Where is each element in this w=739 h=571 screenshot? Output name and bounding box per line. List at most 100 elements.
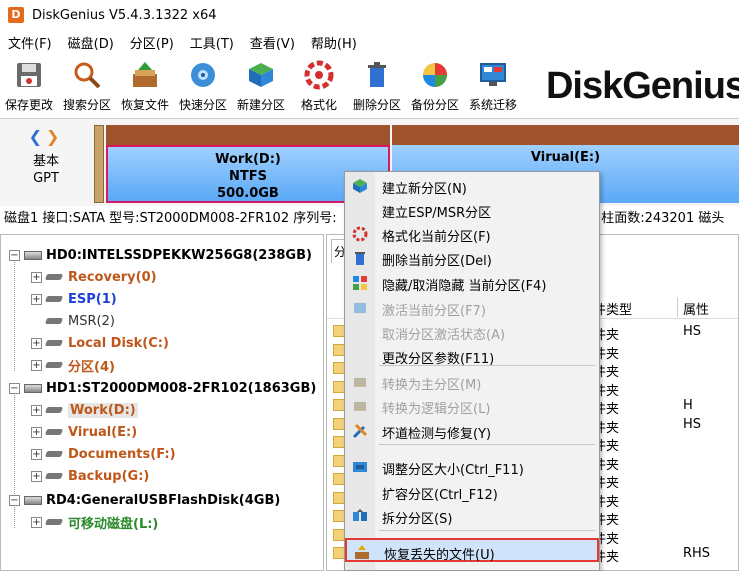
disk-map-handle[interactable] bbox=[94, 125, 104, 203]
menu-view[interactable]: 查看(V) bbox=[242, 33, 303, 52]
context-menu-item[interactable]: 隐藏/取消隐藏 当前分区(F4) bbox=[345, 271, 599, 295]
context-menu-item[interactable]: 删除当前分区(Del) bbox=[345, 246, 599, 270]
context-menu-item[interactable]: 取消分区激活状态(A) bbox=[345, 320, 599, 344]
context-menu-item-label: 坏道检测与修复(Y) bbox=[382, 427, 492, 442]
tree-partition-work-d[interactable]: + Work(D:) bbox=[31, 399, 138, 421]
menu-separator bbox=[379, 444, 595, 445]
window-title: DiskGenius V5.4.3.1322 x64 bbox=[32, 7, 217, 23]
save-changes-button[interactable]: 保存更改 bbox=[0, 54, 58, 118]
menu-separator bbox=[379, 530, 595, 531]
tree-disk-hd1[interactable]: − HD1:ST2000DM008-2FR102(1863GB) bbox=[9, 377, 316, 399]
menu-tools[interactable]: 工具(T) bbox=[182, 33, 242, 52]
expand-icon[interactable]: + bbox=[31, 271, 42, 283]
context-menu-item[interactable]: 拆分分区(S) bbox=[345, 504, 599, 528]
prev-disk-icon[interactable]: ❮ bbox=[29, 127, 46, 146]
expand-icon[interactable]: + bbox=[31, 293, 42, 305]
partition-icon bbox=[44, 407, 64, 413]
disk-nav-arrows: ❮❯ bbox=[0, 127, 92, 146]
new-partition-button[interactable]: 新建分区 bbox=[232, 54, 290, 118]
collapse-icon[interactable]: − bbox=[9, 494, 20, 506]
context-menu-item-label: 转换为逻辑分区(L) bbox=[382, 402, 491, 417]
search-partition-button[interactable]: 搜索分区 bbox=[58, 54, 116, 118]
context-menu-item[interactable]: 转换为逻辑分区(L) bbox=[345, 394, 599, 418]
expand-icon[interactable]: + bbox=[31, 359, 42, 371]
context-menu-item[interactable]: 坏道检测与修复(Y) bbox=[345, 419, 599, 443]
tree-disk-hd0[interactable]: − HD0:INTELSSDPEKKW256G8(238GB) bbox=[9, 244, 312, 266]
next-disk-icon[interactable]: ❯ bbox=[46, 127, 63, 146]
context-menu-item-label: 建立ESP/MSR分区 bbox=[382, 206, 492, 221]
disk-nav: ❮❯ 基本 GPT bbox=[0, 119, 92, 207]
partition-icon bbox=[44, 362, 64, 368]
tree-partition-documents-f[interactable]: + Documents(F:) bbox=[31, 443, 176, 465]
context-menu-item[interactable]: 转换为主分区(M) bbox=[345, 370, 599, 394]
collapse-icon[interactable]: − bbox=[9, 382, 20, 394]
hide-icon bbox=[352, 275, 368, 291]
context-menu-item[interactable]: 格式化当前分区(F) bbox=[345, 222, 599, 246]
file-attr-cell: RHS bbox=[683, 546, 711, 561]
repair-icon bbox=[352, 423, 368, 439]
context-menu-item-label: 格式化当前分区(F) bbox=[382, 230, 491, 245]
context-menu-item[interactable]: 更改分区参数(F11) bbox=[345, 344, 599, 368]
context-menu-item-label: 隐藏/取消隐藏 当前分区(F4) bbox=[382, 279, 547, 294]
migrate-icon bbox=[476, 58, 510, 92]
collapse-icon[interactable]: − bbox=[9, 249, 20, 261]
context-menu-item[interactable]: 扩容分区(Ctrl_F12) bbox=[345, 480, 599, 504]
expand-icon[interactable]: + bbox=[31, 470, 42, 482]
hard-disk-icon bbox=[24, 250, 42, 260]
tree-partition-4[interactable]: + 分区(4) bbox=[31, 354, 115, 376]
expand-icon[interactable]: + bbox=[31, 404, 42, 416]
partition-name: Virual(E:) bbox=[530, 150, 601, 165]
delete-partition-button[interactable]: 删除分区 bbox=[348, 54, 406, 118]
expand-icon[interactable]: + bbox=[31, 337, 42, 349]
tree-partition-esp[interactable]: + ESP(1) bbox=[31, 288, 117, 310]
recover-files-button[interactable]: 恢复文件 bbox=[116, 54, 174, 118]
quick-partition-button[interactable]: 快速分区 bbox=[174, 54, 232, 118]
backup-icon bbox=[418, 58, 452, 92]
file-attr-cell: H bbox=[683, 398, 693, 413]
context-menu-item[interactable]: 建立新分区(N) bbox=[345, 174, 599, 198]
format-button[interactable]: 格式化 bbox=[290, 54, 348, 118]
context-menu-item[interactable]: 调整分区大小(Ctrl_F11) bbox=[345, 455, 599, 479]
tree-partition-virual-e[interactable]: + Virual(E:) bbox=[31, 421, 137, 443]
context-menu-item-label: 删除当前分区(Del) bbox=[382, 254, 492, 269]
expand-icon[interactable]: + bbox=[31, 516, 42, 528]
new-partition-icon bbox=[244, 58, 278, 92]
context-menu-item[interactable]: 激活当前分区(F7) bbox=[345, 296, 599, 320]
tree-disk-rd4[interactable]: − RD4:GeneralUSBFlashDisk(4GB) bbox=[9, 489, 280, 511]
tree-partition-backup-g[interactable]: + Backup(G:) bbox=[31, 465, 149, 487]
context-menu-item-label: 激活当前分区(F7) bbox=[382, 304, 486, 319]
expand-icon[interactable]: + bbox=[31, 426, 42, 438]
context-menu-item-label: 扩容分区(Ctrl_F12) bbox=[382, 488, 498, 503]
disk-info-right: ) 柱面数:243201 磁头 bbox=[592, 211, 725, 226]
format-icon bbox=[352, 226, 368, 242]
toolbar: 保存更改 搜索分区 恢复文件 快速分区 新建分区 格式化 删除分区 备份分区 系… bbox=[0, 54, 739, 118]
partition-icon bbox=[44, 473, 64, 479]
column-header-attr[interactable]: 属性 bbox=[683, 299, 709, 318]
partition-icon bbox=[44, 296, 64, 302]
context-menu-item[interactable]: 建立ESP/MSR分区 bbox=[345, 198, 599, 222]
menu-file[interactable]: 文件(F) bbox=[0, 33, 60, 52]
partition-icon bbox=[44, 429, 64, 435]
new-partition-icon bbox=[352, 178, 368, 194]
menu-partition[interactable]: 分区(P) bbox=[122, 33, 182, 52]
system-migration-button[interactable]: 系统迁移 bbox=[464, 54, 522, 118]
activate-icon bbox=[352, 300, 368, 316]
tree-partition-recovery[interactable]: + Recovery(0) bbox=[31, 266, 157, 288]
menu-help[interactable]: 帮助(H) bbox=[303, 33, 365, 52]
backup-partition-button[interactable]: 备份分区 bbox=[406, 54, 464, 118]
context-menu-item-label: 拆分分区(S) bbox=[382, 512, 453, 527]
menu-bar: 文件(F) 磁盘(D) 分区(P) 工具(T) 查看(V) 帮助(H) bbox=[0, 30, 739, 54]
context-menu-item-label: 转换为主分区(M) bbox=[382, 378, 482, 393]
title-bar: D DiskGenius V5.4.3.1322 x64 bbox=[0, 0, 739, 30]
convert-primary-icon bbox=[352, 374, 368, 390]
resize-icon bbox=[352, 459, 368, 475]
tree-partition-removable-l[interactable]: + 可移动磁盘(L:) bbox=[31, 511, 158, 533]
expand-icon[interactable]: + bbox=[31, 448, 42, 460]
tree-partition-local-disk-c[interactable]: + Local Disk(C:) bbox=[31, 332, 169, 354]
tree-partition-msr[interactable]: MSR(2) bbox=[44, 310, 115, 332]
context-menu-item-label: 建立新分区(N) bbox=[382, 182, 467, 197]
delete-icon bbox=[360, 58, 394, 92]
menu-disk[interactable]: 磁盘(D) bbox=[60, 33, 122, 52]
context-menu-item[interactable]: 恢复丢失的文件(U) bbox=[345, 538, 599, 563]
partition-icon bbox=[44, 318, 64, 324]
